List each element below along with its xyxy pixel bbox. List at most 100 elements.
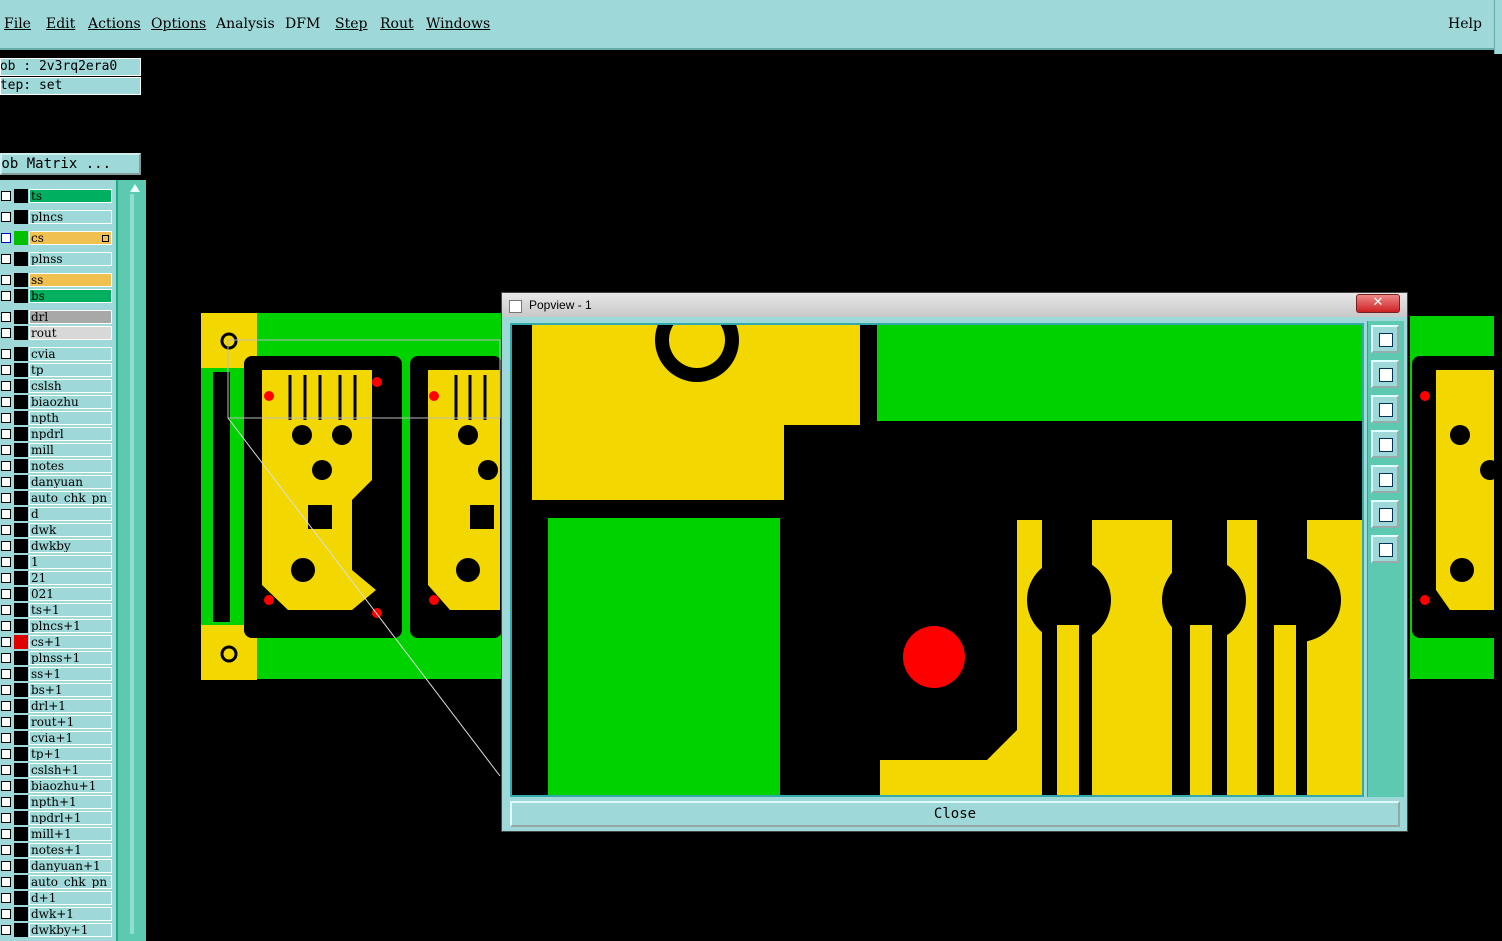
layer-color-swatch[interactable] xyxy=(14,779,28,793)
zoom-home-icon[interactable] xyxy=(1371,325,1399,353)
layer-name[interactable]: cslsh xyxy=(29,379,112,393)
layer-name[interactable]: npth+1 xyxy=(29,795,112,809)
popview-titlebar[interactable]: Popview - 1 ✕ xyxy=(502,293,1407,317)
layer-row[interactable]: dwk xyxy=(0,523,116,537)
layer-row[interactable]: bs+1 xyxy=(0,683,116,697)
layer-checkbox[interactable] xyxy=(1,637,11,647)
layer-color-swatch[interactable] xyxy=(14,347,28,361)
layer-checkbox[interactable] xyxy=(1,233,11,243)
layer-name[interactable]: ss xyxy=(29,273,112,287)
layer-color-swatch[interactable] xyxy=(14,635,28,649)
layer-color-swatch[interactable] xyxy=(14,699,28,713)
popview-canvas[interactable] xyxy=(510,323,1364,797)
menu-windows[interactable]: Windows xyxy=(426,16,490,32)
layer-row[interactable]: cs xyxy=(0,231,116,245)
layer-color-swatch[interactable] xyxy=(14,715,28,729)
layer-color-swatch[interactable] xyxy=(14,555,28,569)
layer-color-swatch[interactable] xyxy=(14,395,28,409)
layer-checkbox[interactable] xyxy=(1,813,11,823)
layer-row[interactable]: danyuan+1 xyxy=(0,859,116,873)
layer-checkbox[interactable] xyxy=(1,621,11,631)
layer-checkbox[interactable] xyxy=(1,254,11,264)
layer-checkbox[interactable] xyxy=(1,312,11,322)
layer-row[interactable]: plncs xyxy=(0,210,116,224)
layer-name[interactable]: drl+1 xyxy=(29,699,112,713)
layer-row[interactable]: cslsh+1 xyxy=(0,763,116,777)
layer-checkbox[interactable] xyxy=(1,477,11,487)
layer-name[interactable]: 021 xyxy=(29,587,112,601)
layer-name[interactable]: tp xyxy=(29,363,112,377)
layer-name[interactable]: danyuan+1 xyxy=(29,859,112,873)
layer-checkbox[interactable] xyxy=(1,541,11,551)
layer-row[interactable]: cvia xyxy=(0,347,116,361)
layer-checkbox[interactable] xyxy=(1,493,11,503)
menu-options[interactable]: Options xyxy=(151,16,206,32)
layer-name[interactable]: auto_chk_pn xyxy=(29,491,112,505)
layer-name[interactable]: npth xyxy=(29,411,112,425)
layer-name[interactable]: rout xyxy=(29,326,112,340)
layer-name[interactable]: cs+1 xyxy=(29,635,112,649)
popview-close-x-button[interactable]: ✕ xyxy=(1356,294,1400,313)
layer-row[interactable]: drl xyxy=(0,310,116,324)
layer-row[interactable]: drl+1 xyxy=(0,699,116,713)
layer-checkbox[interactable] xyxy=(1,749,11,759)
layer-color-swatch[interactable] xyxy=(14,310,28,324)
layer-row[interactable]: 21 xyxy=(0,571,116,585)
layer-color-swatch[interactable] xyxy=(14,411,28,425)
layer-row[interactable]: ss xyxy=(0,273,116,287)
layer-row[interactable]: tp+1 xyxy=(0,747,116,761)
layer-name[interactable]: npdrl xyxy=(29,427,112,441)
layer-name[interactable]: d xyxy=(29,507,112,521)
layer-color-swatch[interactable] xyxy=(14,507,28,521)
layer-name[interactable]: plnss+1 xyxy=(29,651,112,665)
layer-checkbox[interactable] xyxy=(1,291,11,301)
layer-checkbox[interactable] xyxy=(1,413,11,423)
layer-row[interactable]: auto_chk_pn xyxy=(0,491,116,505)
zoom-fit-icon[interactable] xyxy=(1371,500,1399,528)
layer-checkbox[interactable] xyxy=(1,589,11,599)
layer-row[interactable]: d xyxy=(0,507,116,521)
layer-name[interactable]: plncs+1 xyxy=(29,619,112,633)
layer-color-swatch[interactable] xyxy=(14,667,28,681)
layer-color-swatch[interactable] xyxy=(14,539,28,553)
scroll-up-icon[interactable] xyxy=(130,184,140,192)
layer-name[interactable]: dwk xyxy=(29,523,112,537)
layer-row[interactable]: plnss+1 xyxy=(0,651,116,665)
scroll-track[interactable] xyxy=(130,194,134,934)
layer-color-swatch[interactable] xyxy=(14,651,28,665)
layer-color-swatch[interactable] xyxy=(14,683,28,697)
layer-checkbox[interactable] xyxy=(1,765,11,775)
layer-name[interactable]: biaozhu+1 xyxy=(29,779,112,793)
layer-checkbox[interactable] xyxy=(1,275,11,285)
layer-color-swatch[interactable] xyxy=(14,459,28,473)
layer-row[interactable]: cvia+1 xyxy=(0,731,116,745)
layer-checkbox[interactable] xyxy=(1,733,11,743)
layer-color-swatch[interactable] xyxy=(14,571,28,585)
layer-row[interactable]: danyuan xyxy=(0,475,116,489)
layer-name[interactable]: biaozhu xyxy=(29,395,112,409)
layer-checkbox[interactable] xyxy=(1,669,11,679)
menu-dfm[interactable]: DFM xyxy=(285,16,320,32)
layer-row[interactable]: cs+1 xyxy=(0,635,116,649)
layer-name[interactable]: bs xyxy=(29,289,112,303)
layer-row[interactable]: 021 xyxy=(0,587,116,601)
layer-row[interactable]: rout+1 xyxy=(0,715,116,729)
menu-step[interactable]: Step xyxy=(335,16,367,32)
layer-checkbox[interactable] xyxy=(1,701,11,711)
layer-row[interactable]: notes+1 xyxy=(0,843,116,857)
layer-name[interactable]: notes+1 xyxy=(29,843,112,857)
layer-row[interactable]: mill+1 xyxy=(0,827,116,841)
layer-row[interactable]: notes xyxy=(0,459,116,473)
layer-name[interactable]: dwkby+1 xyxy=(29,923,112,937)
layer-color-swatch[interactable] xyxy=(14,475,28,489)
layer-row[interactable]: ss+1 xyxy=(0,667,116,681)
layer-checkbox[interactable] xyxy=(1,212,11,222)
layer-checkbox[interactable] xyxy=(1,365,11,375)
layer-color-swatch[interactable] xyxy=(14,273,28,287)
layer-checkbox[interactable] xyxy=(1,653,11,663)
layer-checkbox[interactable] xyxy=(1,925,11,935)
layer-row[interactable]: biaozhu xyxy=(0,395,116,409)
zoom-up-icon[interactable] xyxy=(1371,360,1399,388)
popview-close-button[interactable]: Close xyxy=(510,801,1400,827)
layer-row[interactable]: npdrl xyxy=(0,427,116,441)
